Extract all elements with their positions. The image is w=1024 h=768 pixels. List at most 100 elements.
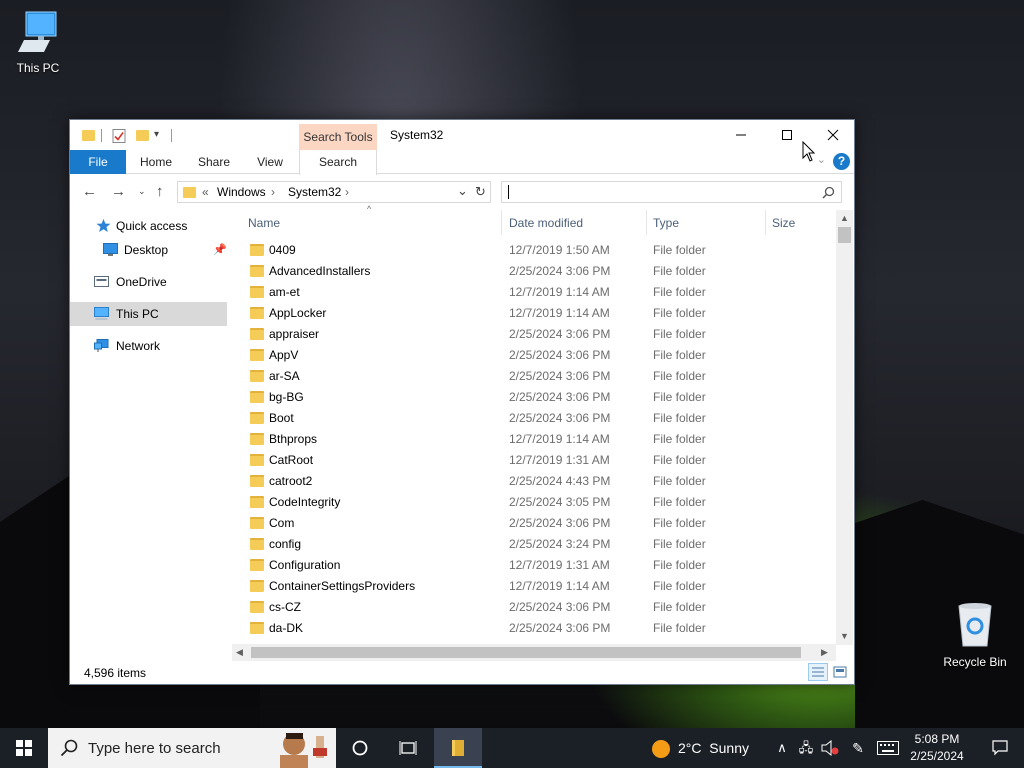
volume-muted-button[interactable] <box>819 728 841 768</box>
column-headers: ^ Name Date modified Type Size <box>240 204 836 235</box>
scroll-right-icon[interactable]: ▶ <box>821 647 828 658</box>
file-type: File folder <box>653 369 706 383</box>
sidebar-item-this-pc[interactable]: This PC <box>70 302 227 326</box>
table-row[interactable]: appraiser 2/25/2024 3:06 PM File folder <box>240 324 836 345</box>
table-row[interactable]: bg-BG 2/25/2024 3:06 PM File folder <box>240 387 836 408</box>
start-button[interactable] <box>0 728 48 768</box>
large-icons-view-button[interactable] <box>830 663 850 681</box>
minimize-icon <box>736 134 746 136</box>
desktop-icon-this-pc[interactable]: This PC <box>0 10 76 75</box>
sidebar-item-quick-access[interactable]: Quick access <box>70 214 227 238</box>
column-header-type[interactable]: Type <box>653 216 679 230</box>
file-type: File folder <box>653 411 706 425</box>
table-row[interactable]: CatRoot 12/7/2019 1:31 AM File folder <box>240 450 836 471</box>
table-row[interactable]: Com 2/25/2024 3:06 PM File folder <box>240 513 836 534</box>
horizontal-scrollbar[interactable]: ◀ ▶ <box>232 644 836 661</box>
recent-locations-icon[interactable]: ⌄ <box>138 186 146 197</box>
table-row[interactable]: am-et 12/7/2019 1:14 AM File folder <box>240 282 836 303</box>
table-row[interactable]: AppV 2/25/2024 3:06 PM File folder <box>240 345 836 366</box>
sidebar-item-network[interactable]: Network <box>70 334 227 358</box>
chevron-right-icon[interactable]: › <box>345 185 349 199</box>
table-row[interactable]: ar-SA 2/25/2024 3:06 PM File folder <box>240 366 836 387</box>
table-row[interactable]: CodeIntegrity 2/25/2024 3:05 PM File folde… <box>240 492 836 513</box>
expand-ribbon-icon[interactable]: ⌄ <box>817 153 826 166</box>
column-divider[interactable] <box>501 210 502 235</box>
desktop-icon-recycle-bin[interactable]: Recycle Bin <box>937 602 1013 669</box>
properties-icon[interactable] <box>112 128 126 144</box>
desktop-icon <box>103 243 118 256</box>
search-input[interactable] <box>501 181 842 203</box>
table-row[interactable]: catroot2 2/25/2024 4:43 PM File folder <box>240 471 836 492</box>
file-date-modified: 12/7/2019 1:14 AM <box>509 306 610 320</box>
pen-workspace-icon[interactable]: ✎ <box>846 728 870 768</box>
table-row[interactable]: da-DK 2/25/2024 3:06 PM File folder <box>240 618 836 639</box>
column-divider[interactable] <box>646 210 647 235</box>
tab-view[interactable]: View <box>242 150 298 174</box>
breadcrumb-system32[interactable]: System32 <box>288 185 341 199</box>
tab-share[interactable]: Share <box>186 150 242 174</box>
refresh-icon[interactable]: ↻ <box>475 184 486 200</box>
column-header-size[interactable]: Size <box>772 216 795 230</box>
scroll-down-icon[interactable]: ▼ <box>840 631 849 641</box>
taskbar-search-box[interactable]: Type here to search <box>48 728 336 768</box>
table-row[interactable]: 0409 12/7/2019 1:50 AM File folder <box>240 240 836 261</box>
table-row[interactable]: AppLocker 12/7/2019 1:14 AM File folder <box>240 303 836 324</box>
tab-home[interactable]: Home <box>128 150 184 174</box>
file-name: bg-BG <box>269 390 304 404</box>
minimize-button[interactable] <box>718 120 764 150</box>
file-name: am-et <box>269 285 300 299</box>
cortana-button[interactable] <box>336 728 384 768</box>
file-name: CodeIntegrity <box>269 495 341 509</box>
table-row[interactable]: AdvancedInstallers 2/25/2024 3:06 PM File … <box>240 261 836 282</box>
onedrive-icon <box>94 276 109 287</box>
customize-qat-icon[interactable]: ▾ <box>154 129 159 145</box>
help-icon[interactable]: ? <box>833 153 850 170</box>
column-header-date-modified[interactable]: Date modified <box>509 216 583 230</box>
taskbar-search-placeholder: Type here to search <box>88 740 221 757</box>
breadcrumb-overflow[interactable]: « <box>202 185 209 199</box>
new-folder-icon[interactable] <box>136 130 149 141</box>
search-icon[interactable] <box>822 186 835 199</box>
chevron-right-icon[interactable]: › <box>271 185 275 199</box>
address-bar[interactable]: « Windows › System32 › ⌄ ↻ <box>177 181 491 203</box>
back-icon[interactable]: ← <box>82 183 97 200</box>
taskbar-file-explorer[interactable] <box>434 728 482 768</box>
close-button[interactable] <box>810 120 856 150</box>
network-status-icon[interactable]: 🖧 <box>795 728 817 768</box>
table-row[interactable]: Boot 2/25/2024 3:06 PM File folder <box>240 408 836 429</box>
folder-icon <box>250 286 264 298</box>
table-row[interactable]: config 2/25/2024 3:24 PM File folder <box>240 534 836 555</box>
sidebar-item-onedrive[interactable]: OneDrive <box>70 270 227 294</box>
sidebar-item-desktop[interactable]: Desktop 📌 <box>70 238 227 262</box>
folder-icon <box>250 538 264 550</box>
scroll-up-icon[interactable]: ▲ <box>840 213 849 223</box>
scroll-left-icon[interactable]: ◀ <box>236 647 243 658</box>
breadcrumb-windows[interactable]: Windows <box>217 185 266 199</box>
folder-icon <box>183 187 196 198</box>
table-row[interactable]: Bthprops 12/7/2019 1:14 AM File folder <box>240 429 836 450</box>
chevron-down-icon[interactable]: ⌄ <box>457 183 468 199</box>
column-divider[interactable] <box>765 210 766 235</box>
action-center-button[interactable] <box>976 728 1024 768</box>
divider <box>171 129 172 142</box>
column-header-name[interactable]: Name <box>248 216 280 230</box>
weather-widget[interactable]: 2°C Sunny <box>652 728 749 768</box>
table-row[interactable]: ContainerSettingsProviders 12/7/2019 1:14… <box>240 576 836 597</box>
scroll-thumb[interactable] <box>838 227 851 243</box>
up-icon[interactable]: ↑ <box>156 183 164 200</box>
scroll-thumb[interactable] <box>251 647 801 658</box>
details-view-button[interactable] <box>808 663 828 681</box>
tab-file[interactable]: File <box>70 150 126 174</box>
table-row[interactable]: cs-CZ 2/25/2024 3:06 PM File folder <box>240 597 836 618</box>
touch-keyboard-button[interactable] <box>874 728 902 768</box>
forward-icon[interactable]: → <box>111 183 126 200</box>
show-hidden-icons-icon[interactable]: ∧ <box>772 728 792 768</box>
file-name: 0409 <box>269 243 296 257</box>
task-view-button[interactable] <box>384 728 432 768</box>
tab-search[interactable]: Search <box>299 150 377 175</box>
taskbar-clock[interactable]: 5:08 PM 2/25/2024 <box>902 731 972 765</box>
sidebar-item-label: Quick access <box>116 219 188 233</box>
pin-icon[interactable]: 📌 <box>213 238 227 262</box>
vertical-scrollbar[interactable]: ▲ ▼ <box>836 210 853 645</box>
table-row[interactable]: Configuration 12/7/2019 1:31 AM File folde… <box>240 555 836 576</box>
